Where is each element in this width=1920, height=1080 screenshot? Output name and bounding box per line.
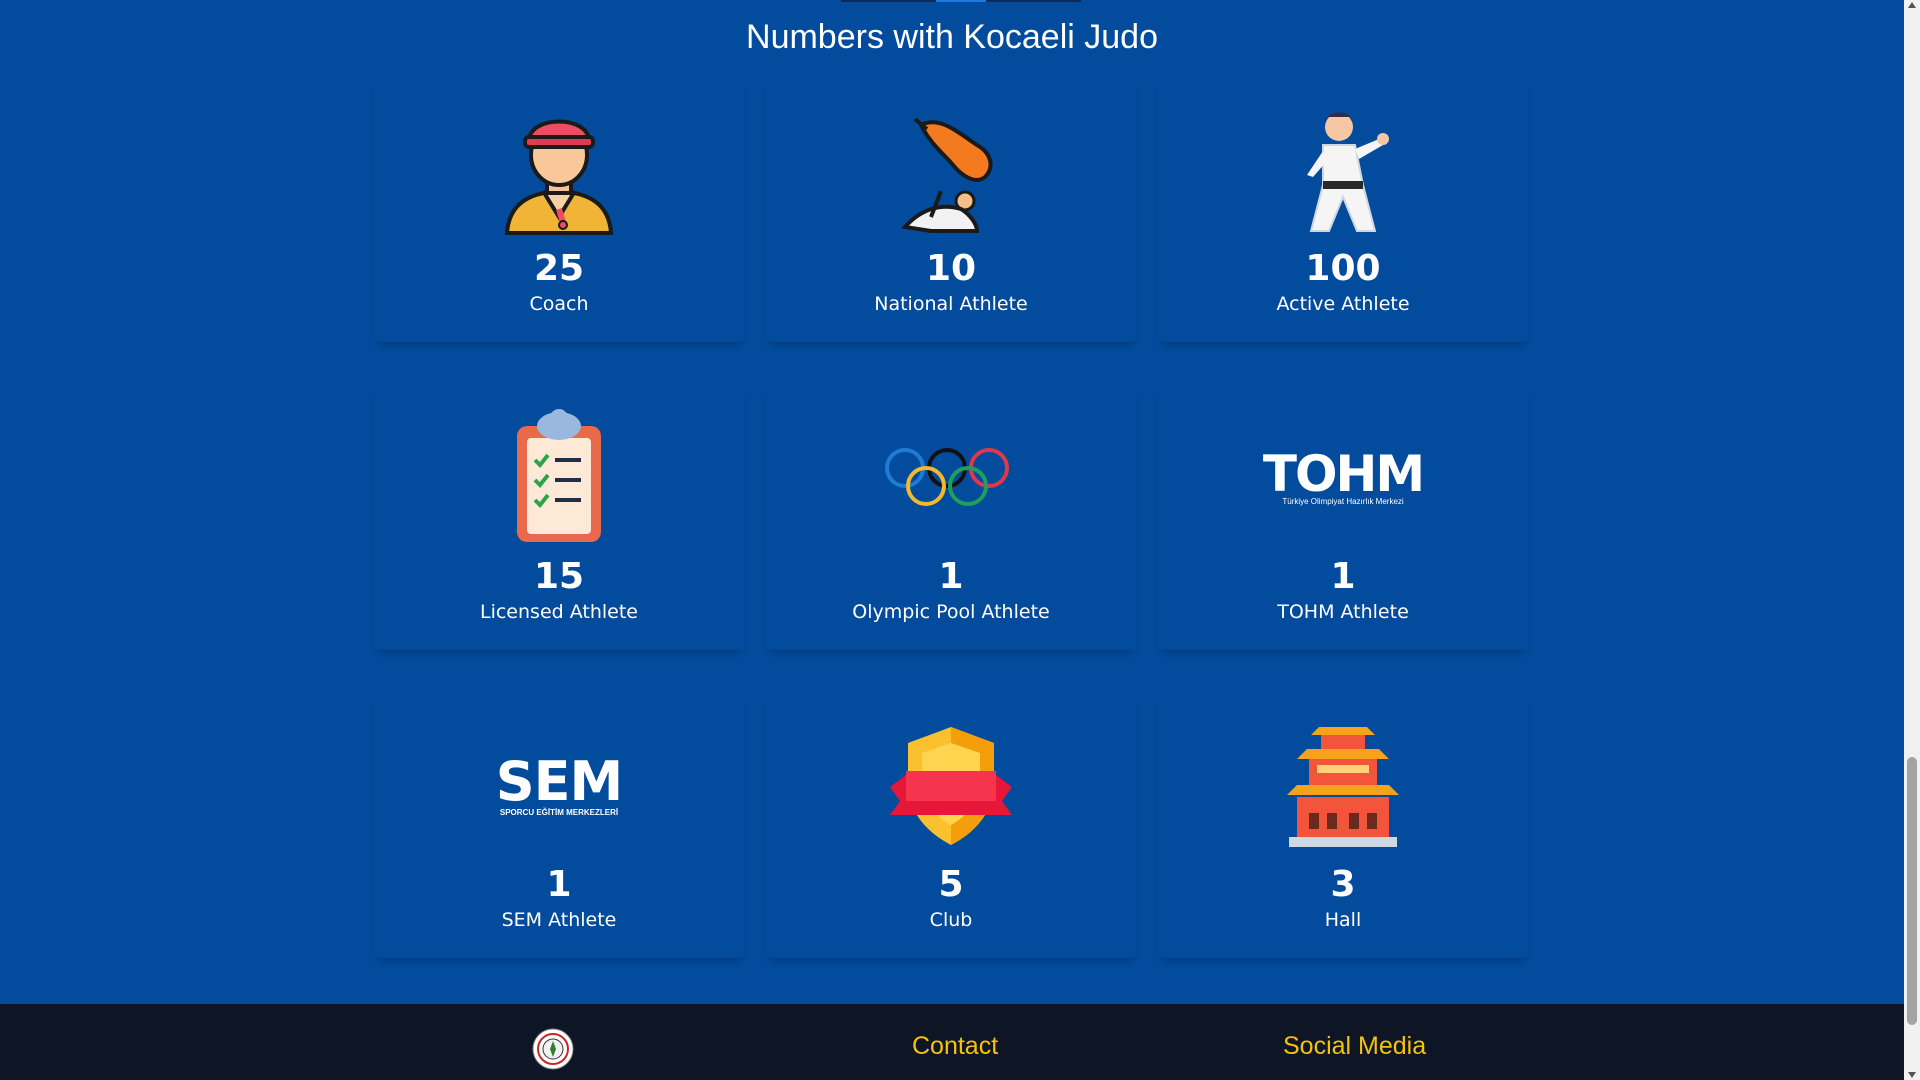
stat-label: Active Athlete bbox=[1276, 293, 1410, 315]
stat-card-sem-athlete: SEM SPORCU EĞİTİM MERKEZLERİ 1 SEM Athle… bbox=[374, 696, 744, 958]
federation-logo-icon[interactable] bbox=[532, 1028, 574, 1070]
footer: Contact Social Media bbox=[0, 1004, 1904, 1080]
stat-card-national-athlete: 10 National Athlete bbox=[766, 80, 1136, 342]
stat-label: TOHM Athlete bbox=[1277, 601, 1409, 623]
sem-logo: SEM SPORCU EĞİTİM MERKEZLERİ bbox=[495, 749, 624, 817]
stat-card-olympic-pool-athlete: 1 Olympic Pool Athlete bbox=[766, 388, 1136, 650]
scrollbar-thumb[interactable] bbox=[1907, 757, 1917, 1025]
stat-card-tohm-athlete: TOHM Türkiye Olimpiyat Hazırlık Merkezi … bbox=[1158, 388, 1528, 650]
stat-card-hall: 3 Hall bbox=[1158, 696, 1528, 958]
judo-throw-icon bbox=[901, 117, 993, 233]
stat-value: 15 bbox=[533, 556, 585, 597]
carousel-indicator-active[interactable] bbox=[936, 0, 986, 2]
vertical-scrollbar[interactable] bbox=[1904, 0, 1920, 1080]
tohm-logo-text: TOHM bbox=[1262, 444, 1425, 503]
stat-value: 5 bbox=[938, 864, 964, 905]
scroll-up-arrow-icon[interactable] bbox=[1908, 2, 1916, 8]
stat-value: 1 bbox=[938, 556, 964, 597]
stat-value: 25 bbox=[533, 248, 585, 289]
stat-card-active-athlete: 100 Active Athlete bbox=[1158, 80, 1528, 342]
stat-label: Club bbox=[929, 909, 973, 931]
karate-athlete-icon bbox=[1307, 112, 1389, 232]
coach-icon bbox=[504, 119, 614, 235]
stat-card-coach: 25 Coach bbox=[374, 80, 744, 342]
carousel-indicator bbox=[841, 0, 1081, 2]
scroll-down-arrow-icon[interactable] bbox=[1908, 1072, 1916, 1078]
footer-social-media-link[interactable]: Social Media bbox=[1283, 1032, 1426, 1061]
clipboard-checklist-icon bbox=[517, 409, 601, 542]
stat-value: 10 bbox=[925, 248, 977, 289]
stat-card-club: 5 Club bbox=[766, 696, 1136, 958]
stat-value: 100 bbox=[1305, 248, 1381, 289]
olympic-rings-icon bbox=[885, 448, 1009, 506]
stat-value: 3 bbox=[1330, 864, 1356, 905]
stat-label: National Athlete bbox=[874, 293, 1028, 315]
shield-badge-icon bbox=[890, 727, 1012, 845]
stat-card-licensed-athlete: 15 Licensed Athlete bbox=[374, 388, 744, 650]
page-title: Numbers with Kocaeli Judo bbox=[746, 18, 1158, 56]
tohm-logo-subtext: Türkiye Olimpiyat Hazırlık Merkezi bbox=[1282, 496, 1404, 506]
sem-logo-text: SEM bbox=[495, 749, 624, 813]
footer-contact-link[interactable]: Contact bbox=[912, 1032, 998, 1061]
pagoda-hall-icon bbox=[1287, 727, 1399, 847]
stat-label: Olympic Pool Athlete bbox=[852, 601, 1050, 623]
stat-label: Coach bbox=[529, 293, 589, 315]
stat-label: Hall bbox=[1324, 909, 1362, 931]
stat-label: Licensed Athlete bbox=[480, 601, 638, 623]
tohm-logo: TOHM Türkiye Olimpiyat Hazırlık Merkezi bbox=[1262, 444, 1425, 506]
sem-logo-subtext: SPORCU EĞİTİM MERKEZLERİ bbox=[499, 807, 619, 817]
stat-value: 1 bbox=[546, 864, 572, 905]
stat-value: 1 bbox=[1330, 556, 1356, 597]
stat-label: SEM Athlete bbox=[501, 909, 617, 931]
